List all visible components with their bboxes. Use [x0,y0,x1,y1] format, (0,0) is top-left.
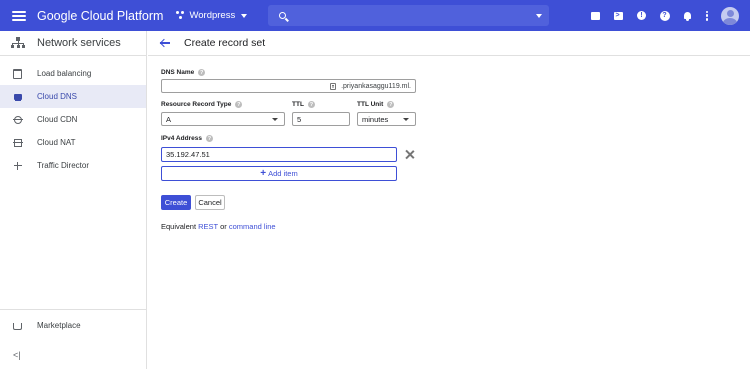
record-type-value: A [166,114,172,124]
search-input[interactable] [268,5,549,26]
help-icon[interactable] [659,10,670,21]
network-services-icon [11,37,25,49]
rest-link[interactable]: REST [198,222,218,231]
sidebar-item-label: Cloud DNS [37,92,78,101]
command-line-link[interactable]: command line [229,222,276,231]
page-title: Create record set [184,37,266,49]
ttl-unit-label-text: TTL Unit [357,101,384,108]
help-icon[interactable]: ? [307,101,315,108]
ttl-unit-select[interactable]: minutes [357,112,416,126]
top-app-bar: Google Cloud Platform Wordpress [0,0,750,31]
gift-icon[interactable] [590,10,601,21]
ipv4-label: IPv4 Address ? [161,135,213,142]
ipv4-address-value: 35.192.47.51 [166,150,210,159]
more-vert-icon[interactable] [705,10,709,21]
dns-name-field[interactable]: .priyankasaggu119.ml. [161,79,416,93]
sidebar-item-label: Cloud CDN [37,115,78,124]
search-expand-icon[interactable] [536,14,542,18]
project-selector[interactable]: Wordpress [176,10,248,21]
cloud-nat-icon [12,138,23,147]
sidebar-item-marketplace[interactable]: Marketplace [0,314,146,337]
dns-name-label: DNS Name ? [161,69,206,76]
project-name: Wordpress [189,10,236,21]
ttl-field[interactable]: 5 [292,112,350,126]
ipv4-label-text: IPv4 Address [161,135,202,142]
cloud-dns-icon [13,92,22,101]
search-icon [279,12,286,19]
dns-name-label-text: DNS Name [161,69,195,76]
ttl-unit-label: TTL Unit ? [357,101,395,108]
chevron-down-icon [272,118,278,121]
copy-icon[interactable] [330,82,337,90]
sidebar-item-load-balancing[interactable]: Load balancing [0,62,146,85]
record-type-select[interactable]: A [161,112,285,126]
sidebar-item-label: Load balancing [37,69,92,78]
sidebar-item-label: Traffic Director [37,161,90,170]
traffic-director-icon [13,161,22,170]
sidebar: Network services Load balancing Cloud DN… [0,31,147,369]
menu-icon[interactable] [12,10,26,21]
sidebar-item-traffic-director[interactable]: Traffic Director [0,154,146,177]
terminal-icon[interactable] [613,10,624,21]
main-content: Create record set DNS Name ? .priyankasa… [148,31,750,369]
page-header: Create record set [148,31,750,56]
support-icon[interactable] [636,10,647,21]
sidebar-item-label: Cloud NAT [37,138,76,147]
record-type-label-text: Resource Record Type [161,101,232,108]
add-item-button[interactable]: + Add item [161,166,397,181]
load-balancing-icon [13,69,22,78]
bell-icon[interactable] [682,10,693,21]
help-icon[interactable]: ? [387,101,395,108]
help-icon[interactable]: ? [235,101,243,108]
product-name[interactable]: Google Cloud Platform [37,9,163,23]
ttl-value: 5 [297,114,302,124]
avatar[interactable] [721,6,739,25]
record-type-label: Resource Record Type ? [161,101,243,108]
dns-suffix: .priyankasaggu119.ml. [330,80,411,92]
add-item-label: Add item [268,169,298,178]
dns-suffix-text: .priyankasaggu119.ml. [341,82,411,90]
sidebar-header: Network services [0,31,146,56]
collapse-sidebar-icon[interactable]: <| [13,350,21,360]
ttl-label: TTL ? [292,101,315,108]
ipv4-address-field[interactable]: 35.192.47.51 [161,147,397,162]
help-icon[interactable]: ? [198,69,206,76]
sidebar-item-cloud-nat[interactable]: Cloud NAT [0,131,146,154]
ttl-unit-value: minutes [362,114,389,124]
ttl-label-text: TTL [292,101,304,108]
help-icon[interactable]: ? [205,135,213,142]
divider [0,309,146,310]
cancel-button[interactable]: Cancel [195,195,225,210]
sidebar-title: Network services [37,37,121,49]
cart-icon [13,321,22,330]
plus-icon: + [260,167,267,179]
sidebar-item-cloud-cdn[interactable]: Cloud CDN [0,108,146,131]
back-arrow-icon[interactable] [160,38,170,48]
project-icon [176,11,185,20]
create-button[interactable]: Create [161,195,191,210]
or-text: or [220,222,227,231]
equivalent-text: Equivalent [161,222,197,231]
close-icon[interactable] [405,150,414,159]
sidebar-item-cloud-dns[interactable]: Cloud DNS [0,85,146,108]
sidebar-item-label: Marketplace [37,321,81,330]
equivalent-links: Equivalent REST or command line [161,222,276,231]
chevron-down-icon [403,118,409,121]
cloud-cdn-icon [12,115,23,124]
top-actions [590,0,750,31]
chevron-down-icon [241,13,248,18]
